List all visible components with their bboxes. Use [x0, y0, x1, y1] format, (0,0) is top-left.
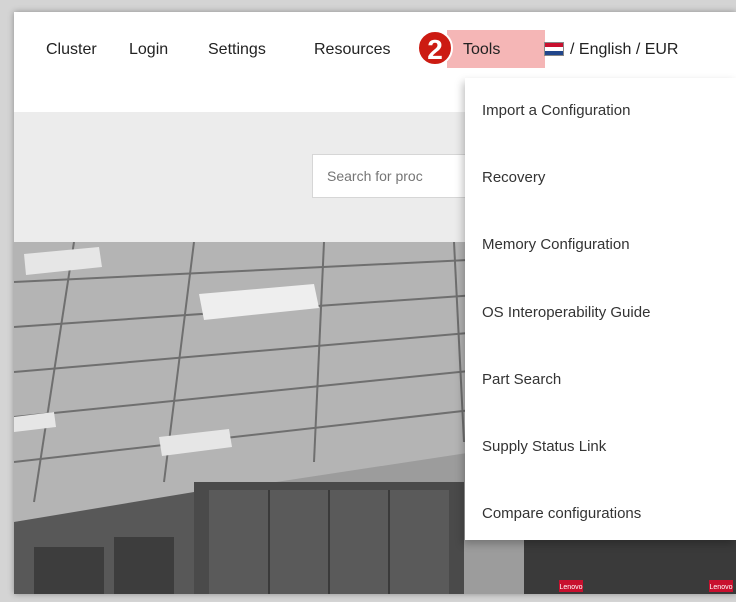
- page: Cluster Login Settings Resources Tools 2…: [14, 12, 736, 594]
- rack-label-text: Lenovo: [710, 584, 733, 591]
- rack-label-text: Lenovo: [560, 584, 583, 591]
- menu-item-import-configuration[interactable]: Import a Configuration: [482, 102, 630, 119]
- tools-dropdown-menu: Import a Configuration Recovery Memory C…: [465, 78, 736, 540]
- menu-item-memory-configuration[interactable]: Memory Configuration: [482, 236, 630, 253]
- netherlands-flag-icon[interactable]: [544, 42, 564, 56]
- menu-item-compare-configurations[interactable]: Compare configurations: [482, 505, 641, 522]
- menu-item-recovery[interactable]: Recovery: [482, 169, 545, 186]
- menu-item-part-search[interactable]: Part Search: [482, 371, 561, 388]
- screenshot-frame: Cluster Login Settings Resources Tools 2…: [0, 0, 736, 602]
- menu-item-supply-status-link[interactable]: Supply Status Link: [482, 438, 606, 455]
- menu-item-os-interoperability-guide[interactable]: OS Interoperability Guide: [482, 304, 650, 321]
- search-input[interactable]: [312, 154, 472, 198]
- language-currency-selector[interactable]: / English / EUR: [570, 41, 678, 59]
- nav-cluster[interactable]: Cluster: [46, 41, 97, 59]
- nav-resources[interactable]: Resources: [314, 41, 390, 59]
- nav-login[interactable]: Login: [129, 41, 168, 59]
- nav-tools[interactable]: Tools: [463, 41, 500, 59]
- nav-settings[interactable]: Settings: [208, 41, 266, 59]
- step-badge: 2: [417, 30, 453, 66]
